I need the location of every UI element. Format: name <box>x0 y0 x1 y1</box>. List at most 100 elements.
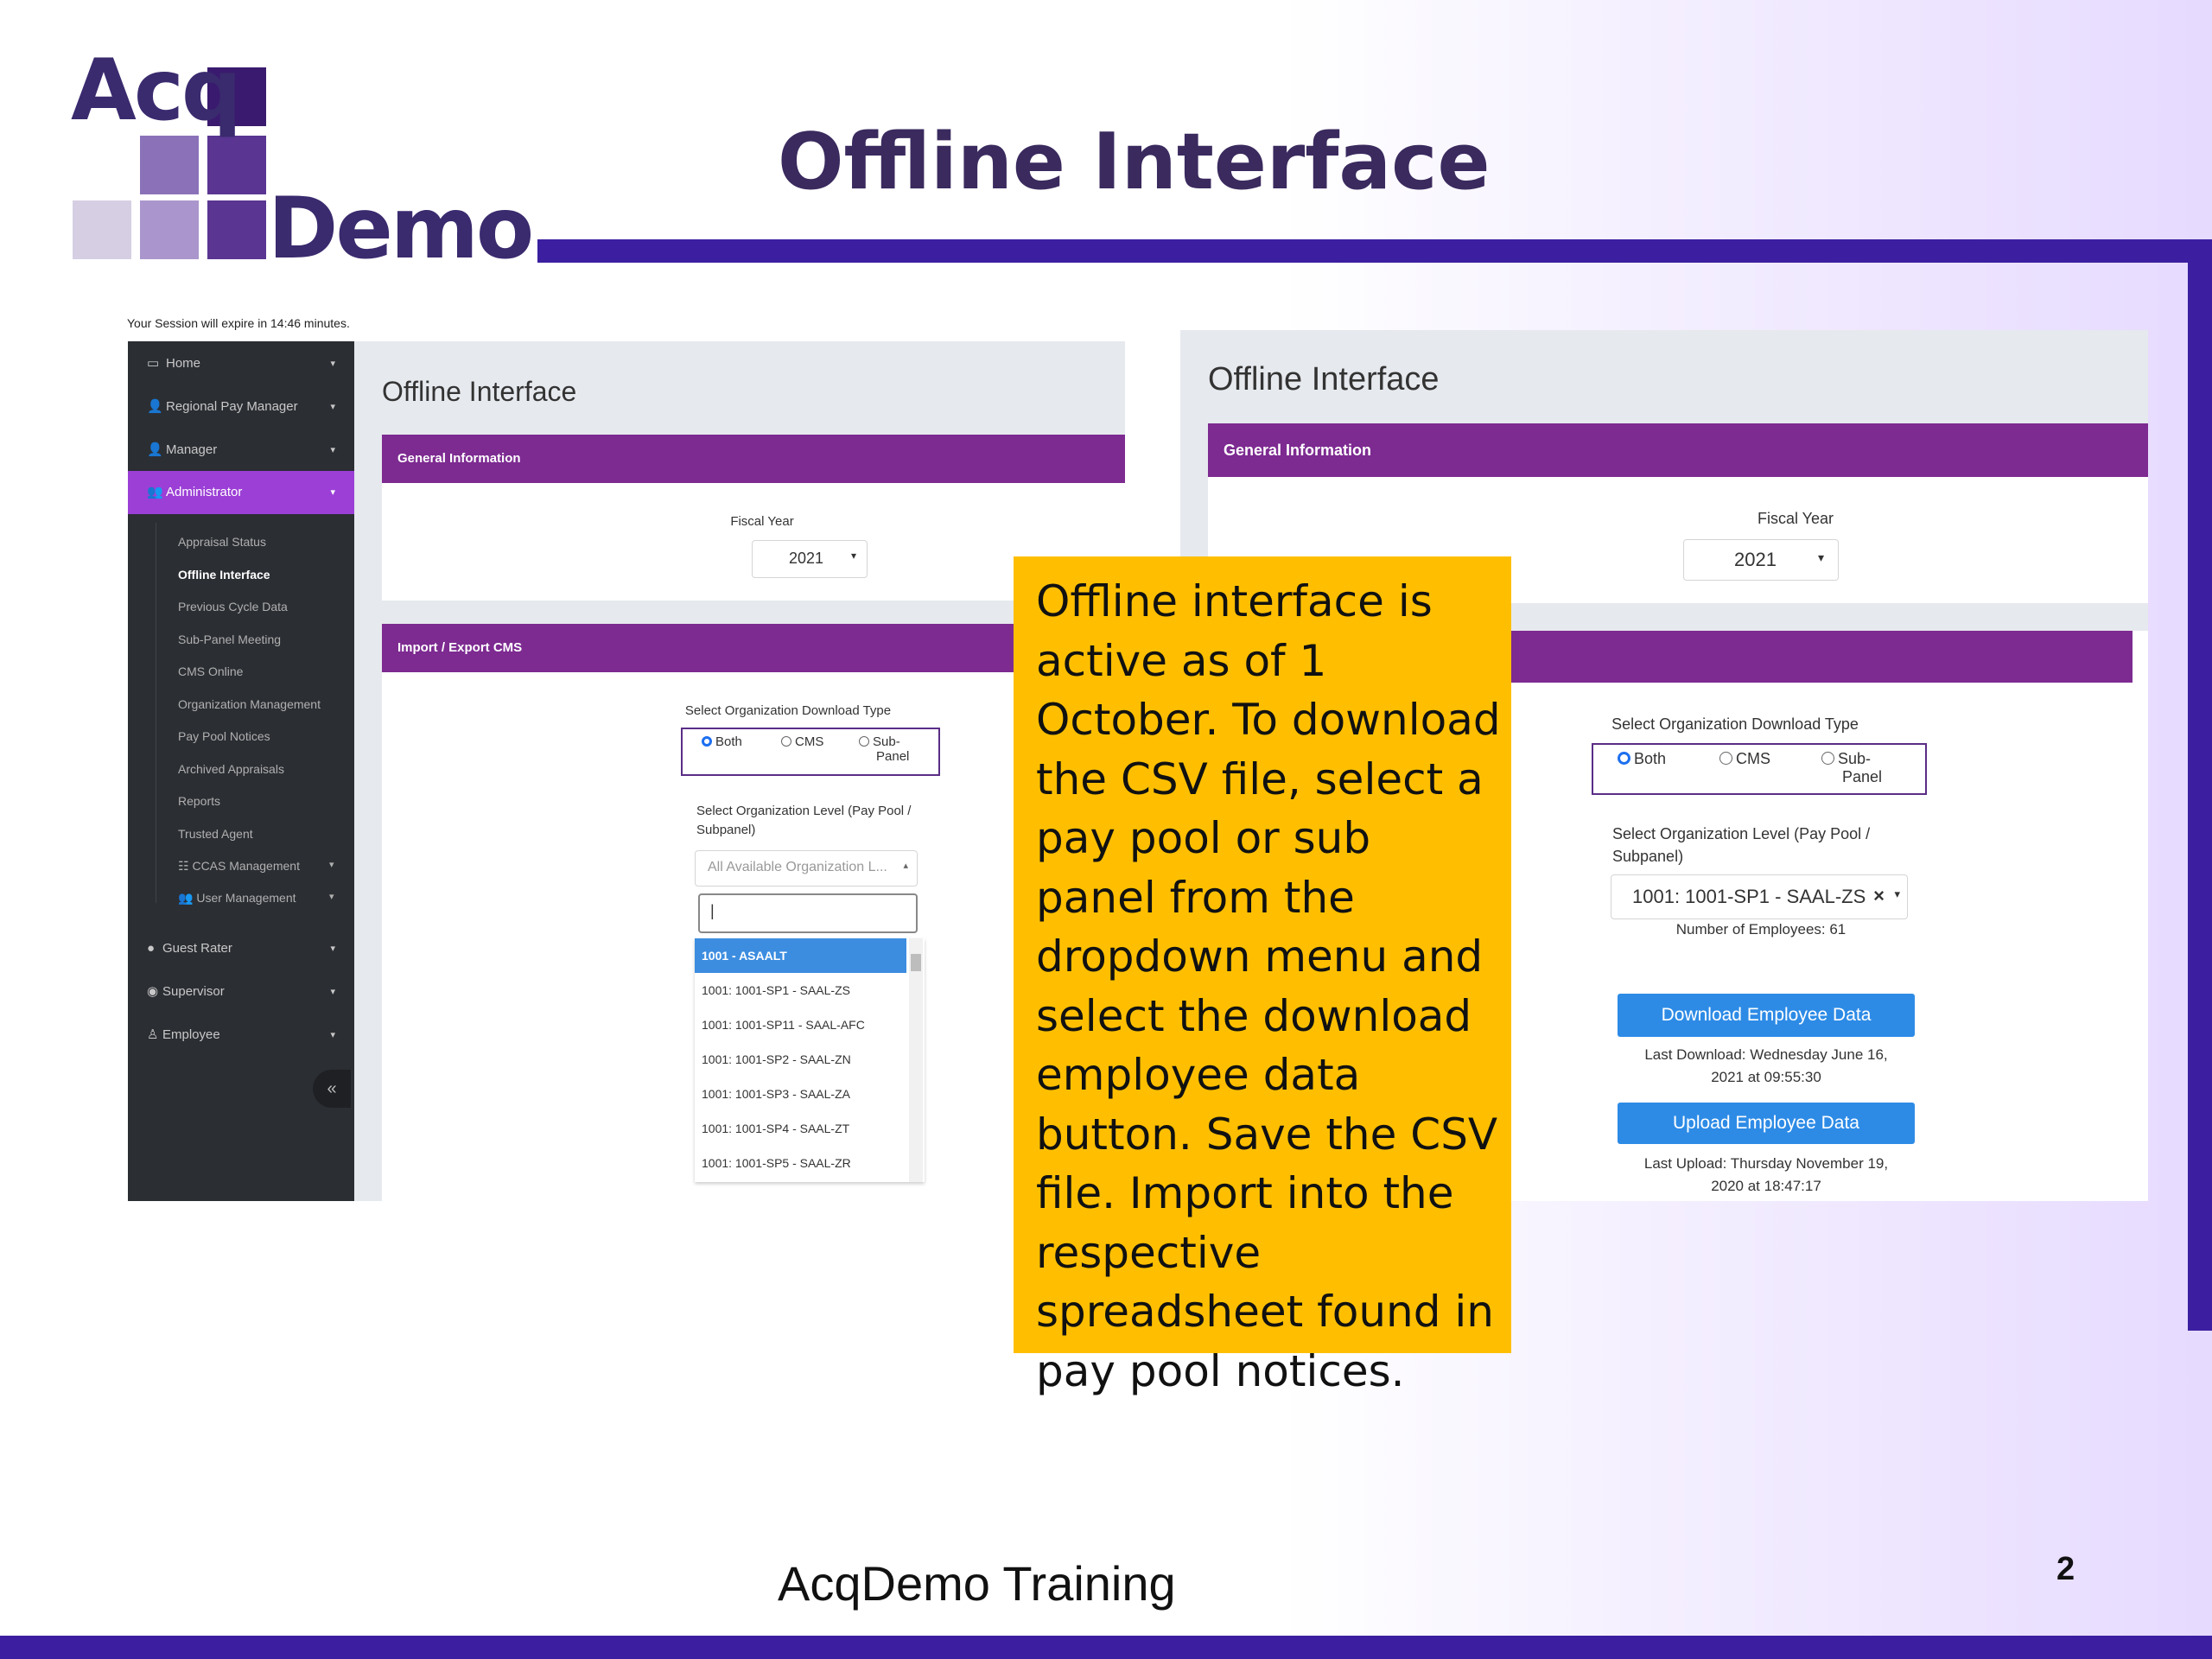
card-header: General Information <box>382 435 1125 483</box>
sidebar-item-administrator[interactable]: 👥 Administrator ▾ <box>128 471 354 514</box>
logo-text-demo: Demo <box>268 180 534 278</box>
chevron-down-icon: ▾ <box>330 359 335 369</box>
sidebar-sub-pay-pool-notices[interactable]: Pay Pool Notices <box>178 729 270 743</box>
chevron-down-icon: ▾ <box>329 892 334 902</box>
sidebar-item-guest-rater[interactable]: ● Guest Rater ▾ <box>128 930 354 968</box>
bottom-bar <box>0 1636 2212 1659</box>
chevron-down-icon: ▾ <box>1894 887 1900 900</box>
dropdown-option[interactable]: 1001: 1001-SP2 - SAAL-ZN <box>695 1042 906 1077</box>
org-level-label-line2: Subpanel) <box>696 823 756 837</box>
fiscal-year-value: 2021 <box>1734 549 1777 570</box>
radio-dot <box>1821 752 1834 765</box>
dropdown-option[interactable]: 1001: 1001-SP11 - SAAL-AFC <box>695 1007 906 1042</box>
download-type-radio-group: Both CMS Sub- Panel <box>1592 743 1927 795</box>
radio-dot <box>1719 752 1732 765</box>
sidebar-item-regional-pay-manager[interactable]: 👤 Regional Pay Manager ▾ <box>128 388 354 426</box>
sidebar-item-employee[interactable]: ♙ Employee ▾ <box>128 1016 354 1054</box>
radio-label-2: Panel <box>876 749 910 764</box>
slide-title: Offline Interface <box>778 117 1491 207</box>
radio-label: CMS <box>1736 750 1770 767</box>
sidebar-item-label: Home <box>166 356 201 371</box>
chevron-down-icon: ▾ <box>850 550 856 562</box>
dropdown-option[interactable]: 1001: 1001-SP4 - SAAL-ZT <box>695 1111 906 1146</box>
callout-text: Offline interface is active as of 1 Octo… <box>1036 576 1501 1396</box>
radio-both[interactable]: Both <box>1618 750 1666 768</box>
sidebar-sub-sub-panel-meeting[interactable]: Sub-Panel Meeting <box>178 632 281 646</box>
chevron-down-icon: ▾ <box>330 402 335 412</box>
last-upload-info: Last Upload: Thursday November 19, 2020 … <box>1585 1153 1948 1198</box>
chevron-down-icon: ▾ <box>330 445 335 455</box>
clear-icon[interactable]: × <box>1873 885 1885 907</box>
org-level-value: 1001: 1001-SP1 - SAAL-ZS <box>1632 886 1866 907</box>
users-icon: 👥 <box>178 891 197 905</box>
title-underline-bar <box>537 239 2212 263</box>
radio-cms[interactable]: CMS <box>1719 750 1770 768</box>
sidebar-sub-label: User Management <box>196 891 296 905</box>
org-level-select[interactable]: 1001: 1001-SP1 - SAAL-ZS × ▾ <box>1611 874 1908 919</box>
sidebar-sub-offline-interface[interactable]: Offline Interface <box>178 568 270 582</box>
sidebar-sub-previous-cycle-data[interactable]: Previous Cycle Data <box>178 600 288 613</box>
dropdown-option[interactable]: 1001: 1001-SP3 - SAAL-ZA <box>695 1077 906 1111</box>
radio-label: CMS <box>795 734 824 749</box>
supervisor-icon: ◉ <box>147 984 159 999</box>
fiscal-year-select[interactable]: 2021 ▾ <box>1683 539 1839 581</box>
sidebar-item-label: Administrator <box>166 485 243 499</box>
chevron-down-icon: ▾ <box>330 987 335 997</box>
employee-icon: ♙ <box>147 1027 159 1042</box>
download-employee-data-button[interactable]: Download Employee Data <box>1618 994 1915 1037</box>
org-level-label-line1: Select Organization Level (Pay Pool / <box>1612 825 1871 842</box>
org-level-label: Select Organization Level (Pay Pool / Su… <box>1612 823 1923 868</box>
radio-cms[interactable]: CMS <box>781 734 823 749</box>
dropdown-option[interactable]: 1001: 1001-SP1 - SAAL-ZS <box>695 973 906 1007</box>
sidebar-sub-archived-appraisals[interactable]: Archived Appraisals <box>178 762 284 776</box>
sidebar-sub-organization-management[interactable]: Organization Management <box>178 697 321 711</box>
radio-sub-panel[interactable]: Sub- Panel <box>1821 750 1882 786</box>
scrollbar-thumb[interactable] <box>911 954 921 971</box>
fiscal-year-select[interactable]: 2021 ▾ <box>752 540 868 578</box>
last-download-line2: 2021 at 09:55:30 <box>1711 1069 1821 1085</box>
sidebar-sub-trusted-agent[interactable]: Trusted Agent <box>178 827 253 841</box>
sidebar-item-label: Manager <box>166 442 218 457</box>
radio-label: Sub- <box>1838 750 1872 767</box>
fiscal-year-label: Fiscal Year <box>1757 510 1834 527</box>
org-level-placeholder: All Available Organization L... <box>708 860 887 874</box>
sidebar-item-label: Supervisor <box>162 984 225 999</box>
sidebar-collapse-button[interactable]: « <box>313 1070 351 1108</box>
radio-dot <box>859 736 869 747</box>
dropdown-scrollbar[interactable] <box>909 938 923 1182</box>
chevron-down-icon: ▾ <box>330 944 335 954</box>
fiscal-year-value: 2021 <box>789 550 824 567</box>
sidebar-sub-appraisal-status[interactable]: Appraisal Status <box>178 535 266 549</box>
chevron-down-icon: ▾ <box>329 860 334 870</box>
org-dropdown-list: 1001 - ASAALT 1001: 1001-SP1 - SAAL-ZS 1… <box>695 938 925 1182</box>
session-expiry-notice: Your Session will expire in 14:46 minute… <box>127 316 350 330</box>
user-gear-icon: 👤 <box>147 399 163 414</box>
org-search-input[interactable]: | <box>698 893 918 933</box>
dropdown-option[interactable]: 1001 - ASAALT <box>695 938 906 973</box>
upload-employee-data-button[interactable]: Upload Employee Data <box>1618 1103 1915 1144</box>
footer-text: AcqDemo Training <box>778 1556 1176 1611</box>
right-accent-bar <box>2188 259 2212 1331</box>
sidebar-item-label: Employee <box>162 1027 220 1042</box>
radio-sub-panel[interactable]: Sub- Panel <box>859 734 909 764</box>
sidebar-item-manager[interactable]: 👤 Manager ▾ <box>128 431 354 469</box>
dropdown-option[interactable]: 1001: 1001-SP5 - SAAL-ZR <box>695 1146 906 1180</box>
radio-both[interactable]: Both <box>702 734 742 749</box>
sidebar-sub-cms-online[interactable]: CMS Online <box>178 664 243 678</box>
page-title: Offline Interface <box>1208 361 1440 397</box>
last-upload-line1: Last Upload: Thursday November 19, <box>1643 1155 1889 1172</box>
radio-dot <box>781 736 791 747</box>
sidebar-item-home[interactable]: ▭ Home ▾ <box>128 345 354 383</box>
card-header: General Information <box>1208 423 2148 477</box>
radio-dot <box>702 736 712 747</box>
chevron-up-icon: ▴ <box>903 861 908 871</box>
radio-label: Sub- <box>873 734 900 749</box>
sidebar-sub-reports[interactable]: Reports <box>178 794 220 808</box>
sidebar-sub-ccas-management[interactable]: ☷ CCAS Management ▾ <box>178 859 334 874</box>
instruction-callout: Offline interface is active as of 1 Octo… <box>1014 556 1511 1396</box>
sidebar-sub-user-management[interactable]: 👥 User Management ▾ <box>178 891 334 906</box>
org-level-select[interactable]: All Available Organization L... ▴ <box>695 850 918 887</box>
sidebar-item-supervisor[interactable]: ◉ Supervisor ▾ <box>128 973 354 1011</box>
guest-icon: ● <box>147 941 156 956</box>
sidebar-item-label: Regional Pay Manager <box>166 399 298 414</box>
